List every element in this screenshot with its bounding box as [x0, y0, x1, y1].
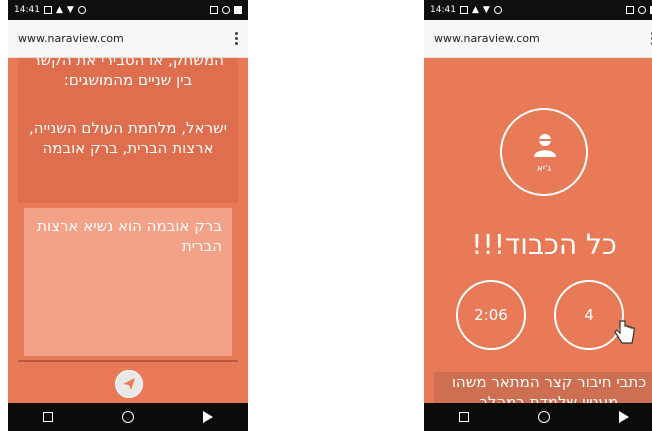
avatar-name: ג'יא — [536, 164, 552, 174]
left-phone-screen: 14:41 ▲ ▼ www.naraview.com המשחק, או הסב… — [8, 0, 248, 431]
person-icon — [534, 134, 556, 157]
address-bar[interactable]: www.naraview.com — [424, 20, 652, 58]
alarm-icon — [77, 6, 86, 14]
android-nav-bar — [424, 403, 652, 431]
page-content: המשחק, או הסבירי את הקשר בין שניים מהמוש… — [8, 58, 248, 403]
question-card: המשחק, או הסבירי את הקשר בין שניים מהמוש… — [18, 58, 238, 203]
page-content: ג'יא כל הכבוד!!! 2:06 4 כתבי חיבור קצר ה… — [424, 58, 652, 403]
timer-circle: 2:06 — [456, 280, 526, 350]
answer-text[interactable]: ברק אובמה הוא נשיא ארצות הברית — [37, 217, 222, 255]
timer-value: 2:06 — [474, 306, 508, 324]
status-time: 14:41 — [14, 5, 40, 15]
android-nav-bar — [8, 403, 248, 431]
essay-prompt: כתבי חיבור קצר המתאר משהו מעניין שלמדת ב… — [434, 372, 652, 403]
url-text[interactable]: www.naraview.com — [434, 32, 540, 45]
home-button[interactable] — [537, 411, 550, 423]
wifi-icon: ▼ — [66, 5, 74, 15]
recent-apps-button[interactable] — [42, 412, 53, 422]
url-text[interactable]: www.naraview.com — [18, 32, 124, 45]
address-bar[interactable]: www.naraview.com — [8, 20, 248, 58]
send-button[interactable] — [115, 370, 143, 398]
back-button[interactable] — [203, 411, 214, 423]
sync-icon — [222, 6, 230, 14]
battery-icon — [626, 6, 634, 14]
score-value: 4 — [584, 306, 594, 324]
hand-cursor-icon — [614, 320, 635, 344]
answer-textarea[interactable]: ברק אובמה הוא נשיא ארצות הברית — [24, 208, 232, 356]
back-button[interactable] — [619, 411, 630, 423]
status-time: 14:41 — [430, 5, 456, 15]
question-text: המשחק, או הסבירי את הקשר בין שניים מהמוש… — [32, 58, 224, 89]
status-bar: 14:41 ▲ ▼ — [424, 0, 652, 20]
prompt-text: כתבי חיבור קצר המתאר משהו מעניין שלמדת ב… — [451, 373, 647, 403]
send-icon — [123, 378, 135, 390]
alarm-icon — [493, 6, 502, 14]
notification-icon — [43, 6, 52, 14]
congrats-title: כל הכבוד!!! — [471, 228, 617, 261]
battery-icon — [210, 6, 218, 14]
recent-apps-button[interactable] — [458, 412, 469, 422]
sync-icon — [638, 6, 646, 14]
avatar: ג'יא — [500, 108, 588, 196]
wifi-icon: ▼ — [482, 5, 490, 15]
action-bar — [18, 362, 238, 402]
menu-icon[interactable] — [235, 32, 238, 45]
signal-icon: ▲ — [55, 5, 63, 15]
signal-icon: ▲ — [471, 5, 479, 15]
notification-icon — [459, 6, 468, 14]
right-phone-screen: 14:41 ▲ ▼ www.naraview.com ג'יא כל הכבוד… — [424, 0, 652, 431]
concepts-text: ישראל, מלחמת העולם השנייה, ארצות הברית, … — [28, 119, 228, 157]
app-icon — [234, 6, 242, 14]
status-bar: 14:41 ▲ ▼ — [8, 0, 248, 20]
home-button[interactable] — [121, 411, 134, 423]
